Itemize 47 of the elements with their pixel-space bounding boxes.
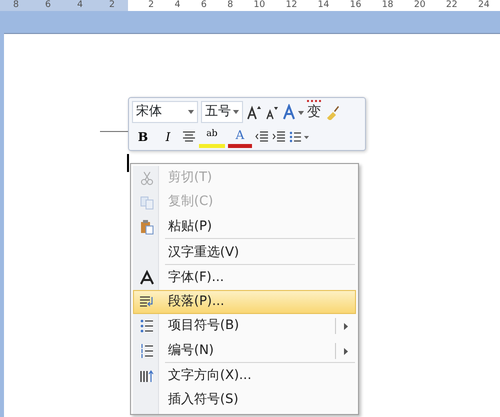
menu-item[interactable]: 项目符号(B) (133, 314, 356, 338)
ruler-number: 8 (227, 0, 234, 11)
ruler-number: 6 (200, 0, 207, 11)
font-size-field[interactable]: 五号 (201, 100, 243, 122)
ruler-number: 4 (174, 0, 180, 11)
submenu-arrow-icon (344, 348, 348, 354)
ruler-number: 14 (318, 0, 330, 11)
ruler-number: 6 (45, 0, 51, 11)
ruler-number: 22 (446, 0, 458, 11)
decrease-indent-icon (255, 131, 269, 143)
menu-item[interactable]: 插入符号(S) (133, 388, 356, 412)
dropdown-icon (188, 110, 194, 114)
phonetic-guide-button[interactable]: 变 (307, 100, 321, 123)
ruler-number: 18 (382, 0, 394, 11)
menu-item[interactable]: 文字方向(X)... (133, 364, 356, 388)
text-cursor (127, 154, 129, 172)
font-name-field[interactable]: 宋体 (132, 100, 198, 122)
center-align-icon (182, 131, 196, 143)
submenu-arrow-icon (344, 322, 348, 330)
italic-button[interactable]: I (157, 126, 179, 148)
bullets-icon (139, 318, 155, 334)
menu-item[interactable]: 段落(P)... (133, 290, 356, 314)
font-color-button[interactable]: A (228, 126, 252, 148)
text-direction-icon (139, 368, 155, 384)
dropdown-icon (233, 110, 239, 114)
ruler-number: 2 (148, 0, 154, 11)
font-icon (139, 270, 155, 286)
grow-font-icon (246, 104, 262, 120)
ruler-number: 20 (414, 0, 426, 11)
clipboard-icon (139, 219, 155, 235)
ruler-number: 24 (478, 0, 490, 11)
ruler-number: 2 (109, 0, 115, 11)
ruler-number: 8 (13, 0, 19, 11)
highlight-button[interactable]: ab (199, 126, 225, 148)
ruler-number: 12 (286, 0, 298, 11)
ruler-number: 16 (350, 0, 362, 11)
numbered-list-icon (139, 343, 155, 359)
increase-indent-icon (272, 131, 286, 143)
ruler-number: 4 (77, 0, 83, 11)
text-effects-icon (282, 104, 304, 120)
leader-line (100, 131, 128, 132)
bold-button[interactable]: B (132, 126, 154, 148)
bullets-icon (289, 131, 309, 143)
copy-icon (139, 194, 155, 210)
scissors-icon (139, 170, 155, 186)
ruler-number: 10 (254, 0, 266, 11)
menu-item[interactable]: 字体(F)... (133, 266, 356, 290)
